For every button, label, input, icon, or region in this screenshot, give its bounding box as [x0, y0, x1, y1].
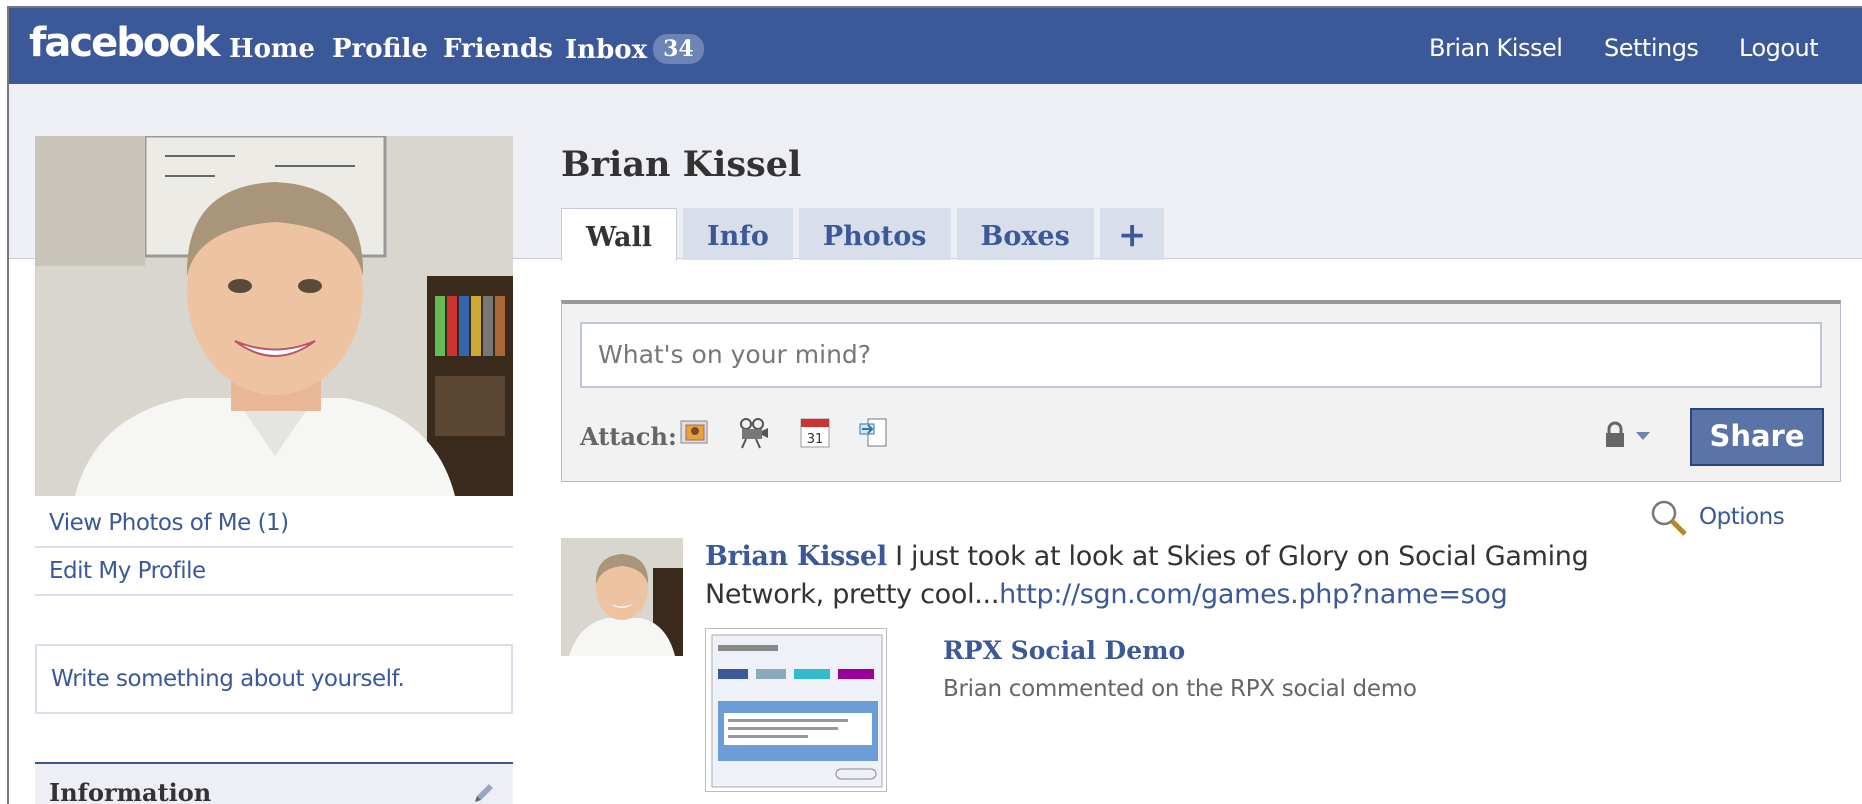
story-avatar[interactable] [561, 538, 683, 656]
story-text: Brian Kissel I just took at look at Skie… [705, 538, 1635, 614]
status-composer: What's on your mind? Attach: 31 Share [561, 300, 1841, 482]
status-input[interactable]: What's on your mind? [580, 322, 1822, 388]
profile-left-links: View Photos of Me (1) Edit My Profile [35, 500, 513, 596]
video-icon[interactable] [736, 416, 770, 450]
nav-inbox-link[interactable]: Inbox 34 [565, 34, 704, 65]
story-actor-link[interactable]: Brian Kissel [705, 541, 887, 572]
nav-inbox-label: Inbox [565, 35, 648, 65]
inbox-count-badge: 34 [653, 34, 704, 64]
nav-user-link[interactable]: Brian Kissel [1429, 34, 1563, 62]
profile-tabs: Wall Info Photos Boxes + [561, 208, 1165, 261]
information-section-header: Information [35, 762, 513, 804]
feed-options-link[interactable]: Options [1651, 500, 1785, 536]
search-icon [1651, 500, 1687, 536]
pencil-icon[interactable] [471, 780, 497, 804]
story-url-link[interactable]: http://sgn.com/games.php?name=sog [999, 579, 1508, 610]
nav-logout-link[interactable]: Logout [1739, 34, 1819, 62]
photo-icon[interactable] [678, 416, 712, 450]
view-photos-link[interactable]: View Photos of Me (1) [35, 500, 513, 548]
tab-photos[interactable]: Photos [798, 208, 951, 260]
about-me-field[interactable]: Write something about yourself. [35, 644, 513, 714]
svg-text:31: 31 [807, 432, 824, 447]
attachment-description: Brian commented on the RPX social demo [943, 676, 1417, 702]
nav-settings-link[interactable]: Settings [1604, 34, 1699, 62]
top-navigation-bar: facebook Home Profile Friends Inbox 34 Br… [9, 8, 1862, 84]
information-heading: Information [49, 778, 212, 804]
tab-info[interactable]: Info [682, 208, 793, 260]
link-icon[interactable] [856, 416, 890, 450]
profile-name-heading: Brian Kissel [561, 144, 802, 185]
facebook-logo[interactable]: facebook [29, 20, 220, 66]
attachment-title-link[interactable]: RPX Social Demo [943, 636, 1185, 665]
tab-wall[interactable]: Wall [561, 208, 677, 261]
profile-photo[interactable] [35, 136, 513, 496]
nav-home-link[interactable]: Home [229, 34, 315, 64]
attach-label: Attach: [580, 422, 677, 451]
add-tab-button[interactable]: + [1099, 208, 1165, 260]
options-label: Options [1699, 504, 1785, 530]
privacy-lock-icon[interactable] [1602, 420, 1660, 450]
share-button[interactable]: Share [1690, 408, 1824, 466]
tab-boxes[interactable]: Boxes [956, 208, 1094, 260]
browser-viewport: facebook Home Profile Friends Inbox 34 Br… [7, 6, 1862, 804]
nav-friends-link[interactable]: Friends [443, 34, 553, 64]
event-icon[interactable]: 31 [798, 416, 832, 450]
edit-profile-link[interactable]: Edit My Profile [35, 548, 513, 596]
attachment-thumbnail[interactable] [705, 628, 887, 792]
nav-profile-link[interactable]: Profile [332, 34, 428, 64]
